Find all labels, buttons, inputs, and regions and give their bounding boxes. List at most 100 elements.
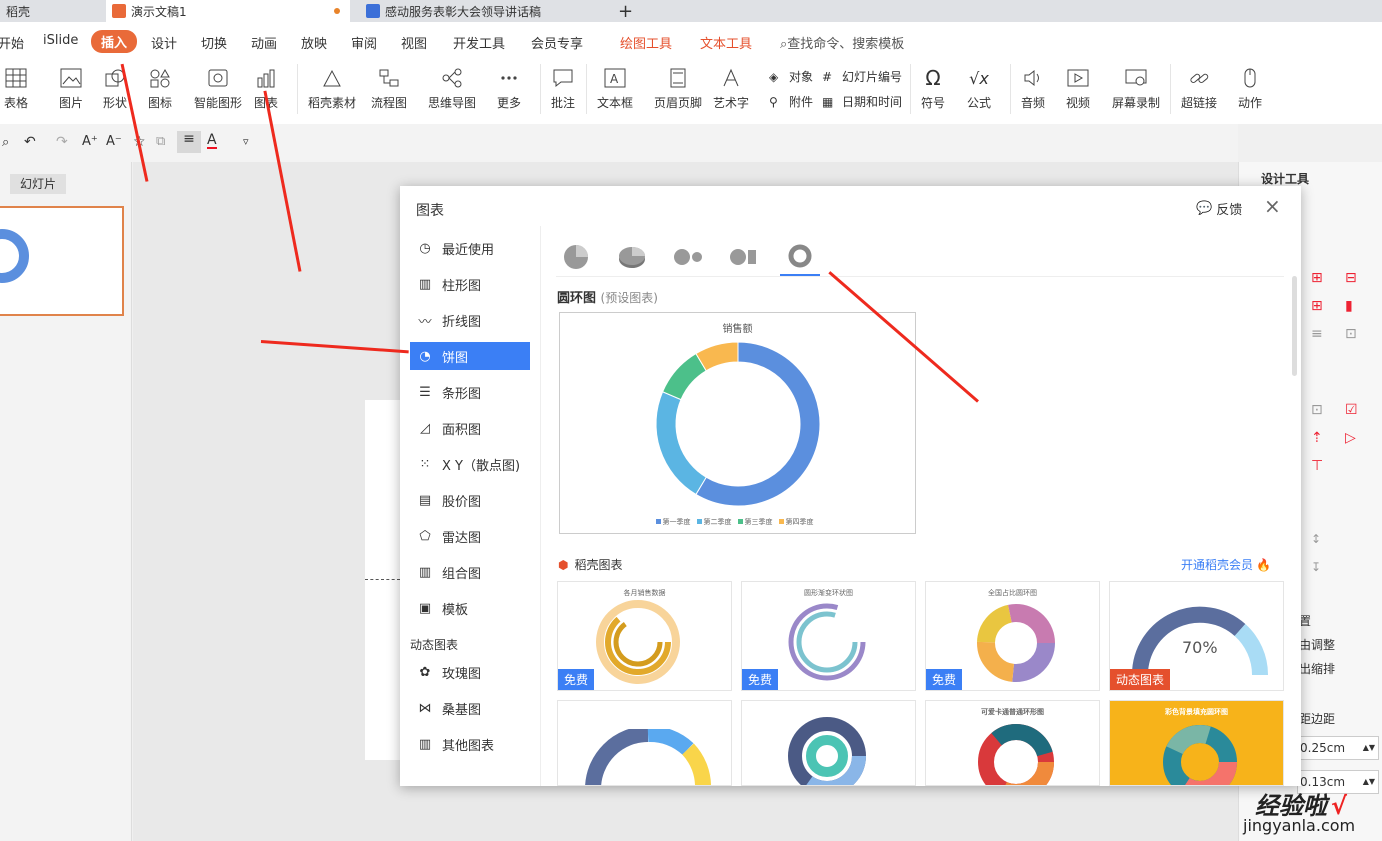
upload-icon[interactable]: ⇡	[1311, 430, 1323, 446]
slides-tab[interactable]: 幻灯片	[10, 174, 66, 194]
menu-review[interactable]: 审阅	[351, 33, 377, 52]
spacing-icon[interactable]: ↕	[1311, 532, 1321, 546]
menu-transition[interactable]: 切换	[201, 33, 227, 52]
category-stock[interactable]: ▤ 股价图	[410, 486, 530, 514]
category-pie[interactable]: ◔ 饼图	[410, 342, 530, 370]
align-center-icon[interactable]: ≡	[177, 131, 201, 153]
select-icon[interactable]: ⊡	[1311, 402, 1323, 418]
picture-button[interactable]: 图片	[59, 66, 83, 111]
bar-align-icon[interactable]: ▮	[1345, 298, 1353, 314]
category-combo[interactable]: ▥ 组合图	[410, 558, 530, 586]
decrease-font-icon[interactable]: A⁻	[106, 134, 122, 149]
category-area[interactable]: ◿ 面积图	[410, 414, 530, 442]
align-right-icon[interactable]: ⊟	[1345, 270, 1357, 286]
comment-button[interactable]: 批注	[551, 66, 575, 111]
pie-subtype-pie-of-pie[interactable]	[668, 238, 708, 276]
attachment-button[interactable]: ⚲ 附件	[769, 93, 813, 110]
fit-icon[interactable]: ⊡	[1345, 326, 1357, 342]
slide-thumbnail[interactable]	[0, 206, 124, 316]
menu-insert[interactable]: 插入	[91, 30, 138, 53]
category-radar[interactable]: ⬠ 雷达图	[410, 522, 530, 550]
more-button[interactable]: 更多	[497, 66, 521, 111]
option-overflow-shrink[interactable]: 出缩排	[1299, 660, 1335, 677]
split-icon[interactable]: ⊤	[1311, 458, 1323, 474]
new-tab-button[interactable]: +	[612, 0, 636, 22]
pie-subtype-doughnut[interactable]	[780, 238, 820, 276]
tab-docer[interactable]: 稻壳	[0, 0, 102, 22]
font-color-icon[interactable]: A	[207, 133, 217, 149]
template-card[interactable]: 全国占比圆环图 免费	[925, 581, 1100, 691]
pie-subtype-bar-of-pie[interactable]	[724, 238, 764, 276]
menu-design[interactable]: 设计	[151, 33, 177, 52]
preset-doughnut-chart[interactable]: 销售额 第一季度 第二季度 第三季度 第四季度	[559, 312, 916, 534]
menu-member[interactable]: 会员专享	[531, 33, 583, 52]
category-line[interactable]: 〰折线图	[410, 306, 530, 334]
zoom-icon[interactable]: ⌕	[2, 135, 9, 150]
distribute-icon[interactable]: ⊞	[1311, 298, 1323, 314]
tab-document[interactable]: 感动服务表彰大会领导讲话稿	[360, 0, 606, 22]
textbox-button[interactable]: A 文本框	[597, 66, 633, 111]
menu-start[interactable]: 开始	[0, 33, 24, 52]
screen-record-button[interactable]: 屏幕录制	[1112, 66, 1160, 111]
header-footer-button[interactable]: 页眉页脚	[654, 66, 702, 111]
template-card[interactable]	[741, 700, 916, 786]
align-icon[interactable]: ⊞	[1311, 270, 1323, 286]
command-search[interactable]: ⌕查找命令、搜索模板	[780, 33, 904, 52]
template-card[interactable]: 彩色背景填充圆环图	[1109, 700, 1284, 786]
member-link[interactable]: 开通稻壳会员 🔥	[1181, 556, 1271, 573]
category-template[interactable]: ▣ 模板	[410, 594, 530, 622]
redo-icon[interactable]: ↷	[56, 134, 68, 150]
symbol-button[interactable]: Ω 符号	[921, 66, 945, 111]
smartart-button[interactable]: 智能图形	[194, 66, 242, 111]
copy-format-icon[interactable]: ⧉	[156, 134, 165, 149]
docer-material-button[interactable]: 稻壳素材	[308, 66, 356, 111]
action-button[interactable]: 动作	[1238, 66, 1262, 111]
menu-text-tools[interactable]: 文本工具	[700, 33, 752, 52]
audio-button[interactable]: 音频	[1021, 66, 1045, 111]
menu-drawing-tools[interactable]: 绘图工具	[620, 33, 672, 52]
category-recent[interactable]: ◷ 最近使用	[410, 234, 530, 262]
menu-view[interactable]: 视图	[401, 33, 427, 52]
option-auto-adjust[interactable]: 由调整	[1299, 636, 1335, 653]
menu-slideshow[interactable]: 放映	[301, 33, 327, 52]
template-card[interactable]: 各月销售数据 免费	[557, 581, 732, 691]
tab-presentation[interactable]: 演示文稿1	[106, 0, 350, 22]
check-box-icon[interactable]: ☑	[1345, 402, 1358, 418]
template-card[interactable]: 圆形渐变环状图 免费	[741, 581, 916, 691]
template-card[interactable]: 70% 动态图表	[1109, 581, 1284, 691]
menu-developer[interactable]: 开发工具	[453, 33, 505, 52]
slide-number-button[interactable]: # 幻灯片编号	[822, 68, 902, 85]
object-button[interactable]: ◈ 对象	[769, 68, 813, 85]
dialog-scrollbar[interactable]	[1292, 276, 1297, 376]
template-card[interactable]	[557, 700, 732, 786]
feedback-button[interactable]: 💬 反馈	[1196, 199, 1242, 218]
template-card[interactable]: 可爱卡通普通环形图	[925, 700, 1100, 786]
menu-islide[interactable]: iSlide	[43, 33, 78, 48]
formula-button[interactable]: √x 公式	[967, 66, 991, 111]
undo-icon[interactable]: ↶	[24, 134, 36, 150]
menu-animation[interactable]: 动画	[251, 33, 277, 52]
icon-button[interactable]: 图标	[148, 66, 172, 111]
table-button[interactable]: 表格	[4, 66, 28, 111]
pie-subtype-3d[interactable]	[612, 238, 652, 276]
spacing-down-icon[interactable]: ↧	[1311, 560, 1321, 574]
pie-subtype-basic[interactable]	[556, 238, 596, 276]
wordart-button[interactable]: 艺术字	[713, 66, 749, 111]
category-column[interactable]: ▥ 柱形图	[410, 270, 530, 298]
category-rose[interactable]: ✿ 玫瑰图	[410, 658, 530, 686]
date-time-button[interactable]: ▦ 日期和时间	[822, 93, 902, 110]
mindmap-button[interactable]: 思维导图	[428, 66, 476, 111]
category-other[interactable]: ▥ 其他图表	[410, 730, 530, 758]
hyperlink-button[interactable]: 超链接	[1181, 66, 1217, 111]
chevron-down-icon[interactable]: ▿	[243, 135, 249, 148]
pointer-icon[interactable]: ▷	[1345, 430, 1356, 446]
category-sankey[interactable]: ⋈ 桑基图	[410, 694, 530, 722]
video-button[interactable]: 视频	[1066, 66, 1090, 111]
margin-input-1[interactable]: 0.25cm ▲▼	[1297, 736, 1379, 760]
flowchart-button[interactable]: 流程图	[371, 66, 407, 111]
equal-icon[interactable]: ≡	[1311, 326, 1323, 342]
close-icon[interactable]: ×	[1264, 194, 1281, 218]
category-scatter[interactable]: ⁙ X Y（散点图)	[410, 450, 530, 478]
category-bar[interactable]: ☰ 条形图	[410, 378, 530, 406]
increase-font-icon[interactable]: A⁺	[82, 134, 98, 149]
